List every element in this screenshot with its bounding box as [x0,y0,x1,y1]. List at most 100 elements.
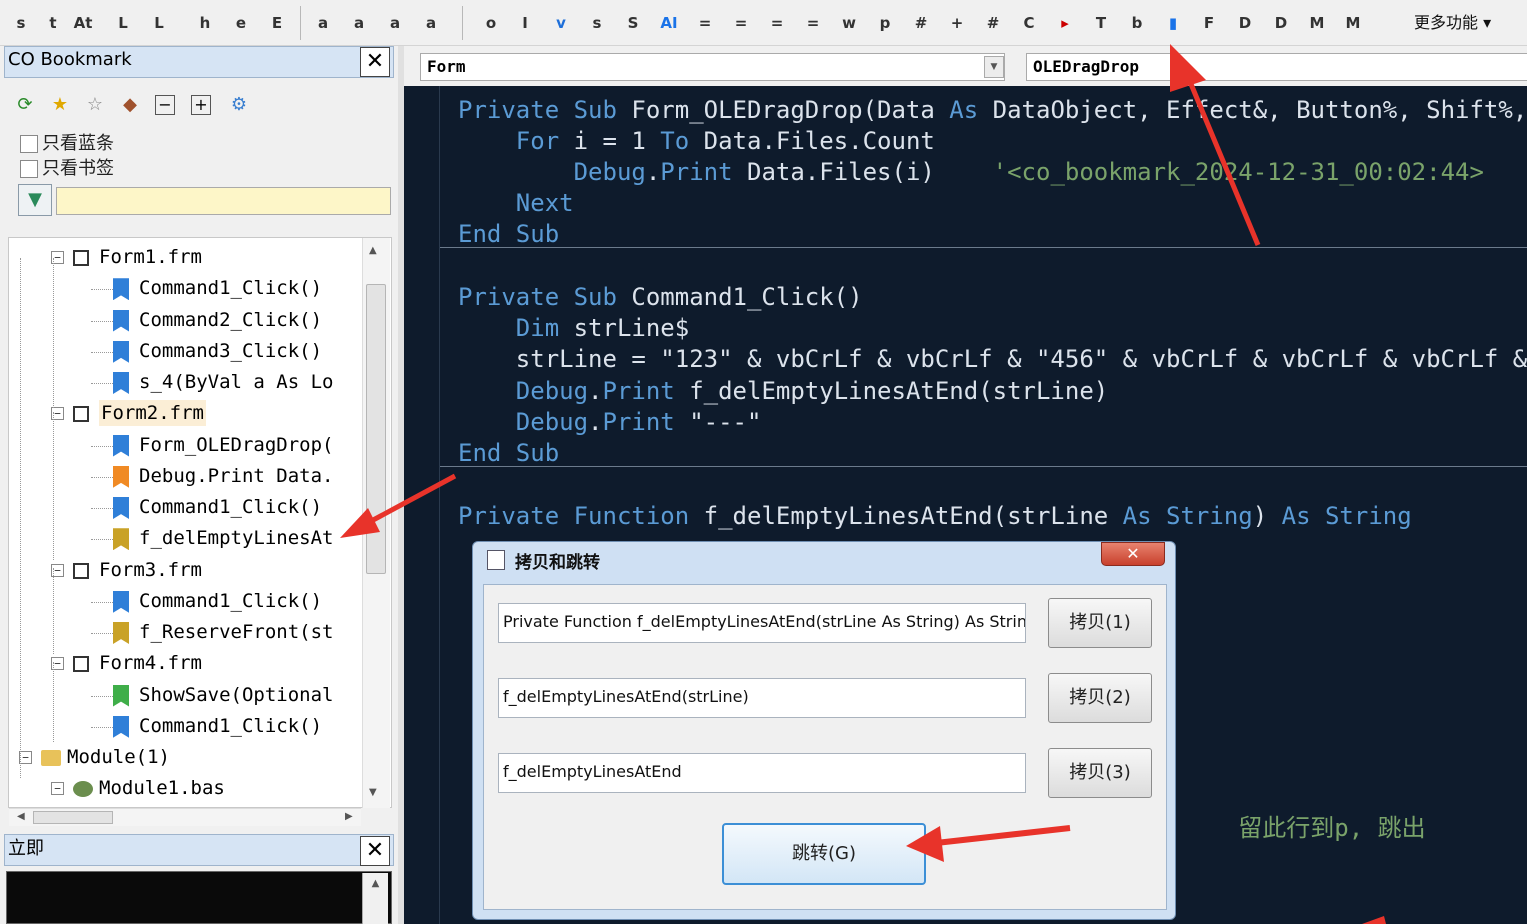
tree-item-label[interactable]: Form1.frm [99,244,202,270]
hand-icon[interactable]: h [192,10,218,36]
add-bookmark-icon[interactable]: F [1196,10,1222,36]
settings-gear-icon[interactable]: ⚙ [226,92,252,118]
filter-funnel-icon[interactable]: ▼ [18,184,52,216]
object-combo[interactable]: Form [420,53,1005,81]
copy-field-2[interactable]: f_delEmptyLinesAtEnd(strLine) [498,678,1026,718]
bookmark-blue-icon [113,278,129,301]
tag-icon[interactable]: ◆ [117,92,143,118]
prev-bookmark-icon[interactable]: D [1232,10,1258,36]
tree-horizontal-scrollbar[interactable]: ◀ ▶ [9,808,361,826]
indent-icon[interactable]: L [110,10,136,36]
scroll-up-arrow-icon[interactable]: ▲ [369,246,377,256]
tag-tool-icon[interactable]: t [40,10,66,36]
copy-field-1[interactable]: Private Function f_delEmptyLinesAtEnd(st… [498,603,1026,643]
bookmark-tree[interactable]: − Form1.frm Command1_Click() Command2_Click… [8,237,392,808]
page-icon[interactable]: D [1268,10,1294,36]
tree-item-label[interactable]: Module(1) [67,744,170,770]
tree-item-label[interactable]: s_4(ByVal a As Lo [139,369,333,395]
dialog-close-button[interactable]: ✕ [1101,542,1165,566]
code-token: As [949,96,993,124]
gear2-icon[interactable]: p [872,10,898,36]
dialog-body: Private Function f_delEmptyLinesAtEnd(st… [483,584,1167,910]
step2-icon[interactable]: a [382,10,408,36]
list2-icon[interactable]: T [1088,10,1114,36]
procedure-combo[interactable]: OLEDragDrop [1026,53,1527,81]
plugin-icon[interactable]: w [836,10,862,36]
outdent-icon[interactable]: L [146,10,172,36]
tree-item-label[interactable]: Command3_Click() [139,338,322,364]
immediate-window[interactable] [6,871,392,924]
jump-button[interactable]: 跳转(G) [722,823,926,885]
hscroll-thumb[interactable] [33,811,113,824]
close-immediate-panel-button[interactable]: ✕ [360,836,390,866]
find-icon[interactable]: M [1340,10,1366,36]
tree-item-label[interactable]: Command2_Click() [139,307,322,333]
tree-item-label[interactable]: Form4.frm [99,650,202,676]
only-bookmark-checkbox[interactable] [20,160,38,178]
refresh-icon[interactable]: ⟳ [12,92,38,118]
find-next-icon[interactable] [1376,10,1402,36]
tree-item-label[interactable]: Command1_Click() [139,588,322,614]
tree-item-label[interactable]: Form3.frm [99,557,202,583]
indent2-icon[interactable]: = [800,10,826,36]
tree-item-label[interactable]: f_ReserveFront(st [139,619,333,645]
grid-icon[interactable]: # [908,10,934,36]
more-functions-button[interactable]: 更多功能 ▾ [1414,11,1491,35]
align-center-icon[interactable]: = [728,10,754,36]
wrap-icon[interactable]: = [764,10,790,36]
only-blue-checkbox[interactable] [20,135,38,153]
tree-item-label[interactable]: Debug.Print Data. [139,463,333,489]
text-icon[interactable]: b [1124,10,1150,36]
snippet-icon[interactable]: s [8,10,34,36]
scroll-down-arrow-icon[interactable]: ▼ [369,788,377,798]
tree-item-label[interactable]: f_delEmptyLinesAt [139,525,333,551]
tree-vertical-scrollbar[interactable]: ▲ ▼ [362,238,390,808]
tree-item-label[interactable]: Module1.bas [99,775,225,801]
tree-item-label[interactable]: Form2.frm [99,400,206,427]
ai-icon[interactable]: AI [656,10,682,36]
copy-field-3[interactable]: f_delEmptyLinesAtEnd [498,753,1026,793]
eraser-icon[interactable]: o [478,10,504,36]
code-line: Debug.Print Data.Files(i) '<co_bookmark_… [458,157,1484,187]
object-combo-dropdown-icon[interactable]: ▼ [984,56,1004,78]
tree-item-label[interactable]: Command1_Click() [139,494,322,520]
format-icon[interactable]: At [70,10,96,36]
star-outline-icon[interactable]: ☆ [82,92,108,118]
italic-icon[interactable]: I [512,10,538,36]
scroll-right-arrow-icon[interactable]: ▶ [345,812,353,822]
star-filled-icon[interactable]: ★ [47,92,73,118]
tree-item-label[interactable]: Command1_Click() [139,713,322,739]
immediate-scrollbar[interactable]: ▲ [362,873,388,924]
tree-expander-icon[interactable]: − [51,782,64,796]
palette-icon[interactable]: C [1016,10,1042,36]
page-add-icon[interactable]: M [1304,10,1330,36]
vs-icon[interactable]: v [548,10,574,36]
tree-item-label[interactable]: Command1_Click() [139,275,322,301]
cross-icon[interactable]: + [944,10,970,36]
expand-all-icon[interactable]: + [191,95,211,115]
close-bookmark-panel-button[interactable]: ✕ [360,47,390,77]
step-icon[interactable]: a [346,10,372,36]
filter-input[interactable] [56,187,391,215]
step3-icon[interactable]: a [418,10,444,36]
run-icon[interactable]: a [310,10,336,36]
scroll-thumb[interactable] [366,284,386,574]
copy-button-3[interactable]: 拷贝(3) [1048,748,1152,798]
code-token: Dim [515,314,574,342]
tree-item-label[interactable]: ShowSave(Optional [139,682,333,708]
align-left-icon[interactable]: = [692,10,718,36]
dialog-title: 拷贝和跳转 [515,553,600,573]
align-icon[interactable]: e [228,10,254,36]
tree-connector [91,539,113,541]
save-icon[interactable]: s [584,10,610,36]
collapse-all-icon[interactable]: − [155,95,175,115]
box-icon[interactable]: # [980,10,1006,36]
save-as-icon[interactable]: S [620,10,646,36]
copy-button-2[interactable]: 拷贝(2) [1048,673,1152,723]
copy-button-1[interactable]: 拷贝(1) [1048,598,1152,648]
list-icon[interactable]: E [264,10,290,36]
play-icon[interactable]: ▸ [1052,10,1078,36]
scroll-left-arrow-icon[interactable]: ◀ [17,812,25,822]
tree-item-label[interactable]: Form_OLEDragDrop( [139,432,333,458]
bookmark-icon[interactable]: ▮ [1160,10,1186,36]
